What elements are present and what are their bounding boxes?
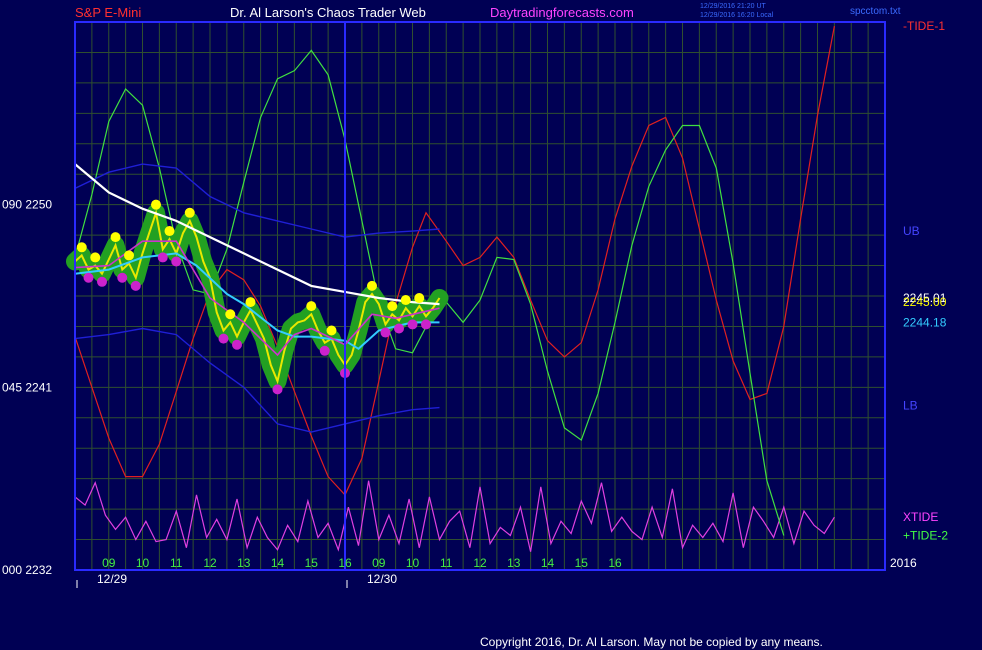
- pivot-high-dot: [400, 295, 411, 306]
- header-title: Dr. Al Larson's Chaos Trader Web: [230, 5, 426, 20]
- x-hour-label: 14: [271, 556, 285, 570]
- pivot-high-dot: [414, 293, 425, 304]
- pivot-high-dot: [110, 232, 121, 243]
- x-hour-label: 10: [406, 556, 420, 570]
- right-series-label: 2244.18: [903, 315, 947, 329]
- copyright-notice: Copyright 2016, Dr. Al Larson. May not b…: [480, 635, 823, 649]
- x-hour-label: 13: [237, 556, 251, 570]
- right-series-label: -TIDE-1: [903, 19, 945, 33]
- pivot-low-dot: [218, 333, 229, 344]
- pivot-low-dot: [319, 345, 330, 356]
- x-hour-label: 16: [338, 556, 352, 570]
- pivot-low-dot: [130, 280, 141, 291]
- pivot-low-dot: [407, 319, 418, 330]
- pivot-high-dot: [387, 301, 398, 312]
- x-hour-label: 09: [372, 556, 386, 570]
- x-hour-label: 11: [440, 556, 453, 570]
- y-tick-label: 045 2241: [2, 380, 52, 394]
- right-series-label: +TIDE-2: [903, 528, 948, 542]
- pivot-low-dot: [171, 256, 182, 267]
- pivot-low-dot: [97, 276, 107, 287]
- y-tick-label: 090 2250: [2, 198, 52, 212]
- right-series-label: LB: [903, 399, 918, 413]
- pivot-low-dot: [157, 252, 168, 263]
- x-hour-label: 10: [136, 556, 150, 570]
- x-hour-label: 16: [608, 556, 622, 570]
- header-timestamp-ut: 12/29/2016 21:20 UT: [700, 3, 766, 10]
- pivot-high-dot: [326, 325, 337, 336]
- pivot-high-dot: [245, 297, 256, 308]
- pivot-low-dot: [83, 272, 94, 283]
- x-hour-label: 09: [102, 556, 116, 570]
- x-hour-label: 14: [541, 556, 555, 570]
- pivot-high-dot: [225, 309, 236, 320]
- pivot-high-dot: [124, 250, 134, 261]
- x-hour-label: 12: [203, 556, 217, 570]
- pivot-high-dot: [184, 207, 195, 218]
- pivot-high-dot: [151, 199, 161, 210]
- pivot-low-dot: [117, 272, 128, 283]
- chaos-trader-chart: S&P E-Mini Dr. Al Larson's Chaos Trader …: [0, 0, 982, 650]
- pivot-high-dot: [90, 252, 101, 263]
- pivot-high-dot: [367, 280, 377, 291]
- x-hour-label: 15: [305, 556, 319, 570]
- x-hour-label: 13: [507, 556, 521, 570]
- right-series-label: 2245.00: [903, 295, 947, 309]
- pivot-low-dot: [394, 323, 404, 334]
- pivot-low-dot: [272, 384, 283, 395]
- pivot-low-dot: [232, 339, 242, 350]
- pivot-low-dot: [380, 327, 391, 338]
- x-year-label: 2016: [890, 556, 917, 570]
- x-date-label: 12/30: [367, 572, 397, 586]
- x-hour-label: 11: [170, 556, 183, 570]
- header-site-link[interactable]: Daytradingforecasts.com: [490, 5, 634, 20]
- x-hour-label: 12: [473, 556, 487, 570]
- pivot-high-dot: [76, 242, 87, 253]
- right-series-label: XTIDE: [903, 510, 938, 524]
- pivot-low-dot: [421, 319, 431, 330]
- x-hour-label: 15: [575, 556, 589, 570]
- pivot-high-dot: [306, 301, 317, 312]
- header-file: spcctom.txt: [850, 6, 901, 17]
- pivot-high-dot: [164, 226, 175, 237]
- header-timestamp-local: 12/29/2016 16:20 Local: [700, 12, 774, 19]
- header-symbol: S&P E-Mini: [75, 5, 141, 20]
- x-date-label: 12/29: [97, 572, 127, 586]
- right-series-label: UB: [903, 224, 920, 238]
- y-tick-label: 000 2232: [2, 563, 52, 577]
